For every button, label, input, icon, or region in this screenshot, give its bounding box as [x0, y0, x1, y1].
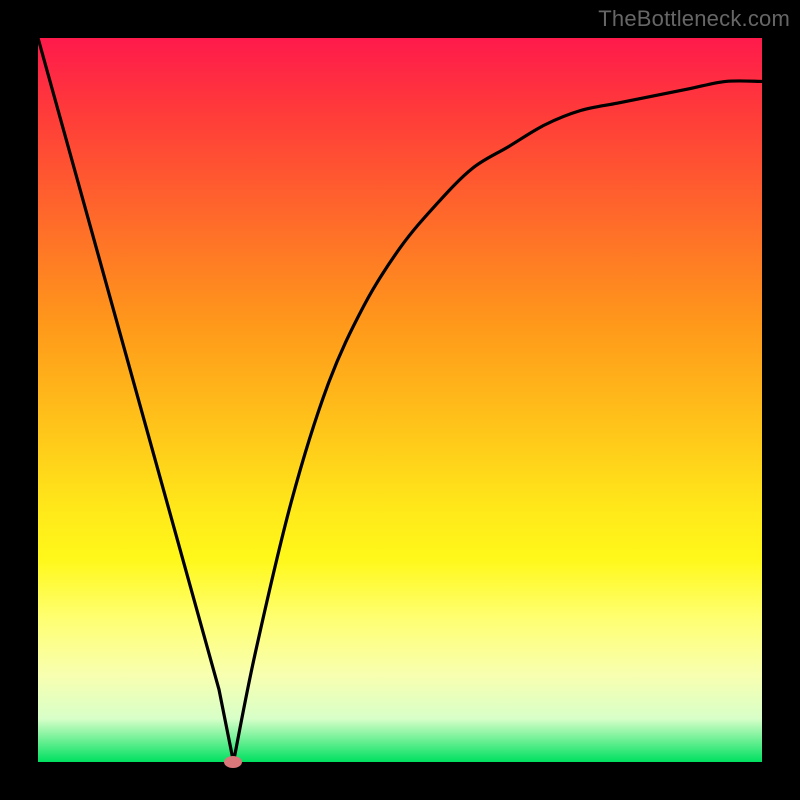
- bottleneck-curve: [38, 38, 762, 762]
- optimum-marker: [224, 756, 242, 768]
- plot-area: [38, 38, 762, 762]
- chart-frame: TheBottleneck.com: [0, 0, 800, 800]
- watermark-text: TheBottleneck.com: [598, 6, 790, 32]
